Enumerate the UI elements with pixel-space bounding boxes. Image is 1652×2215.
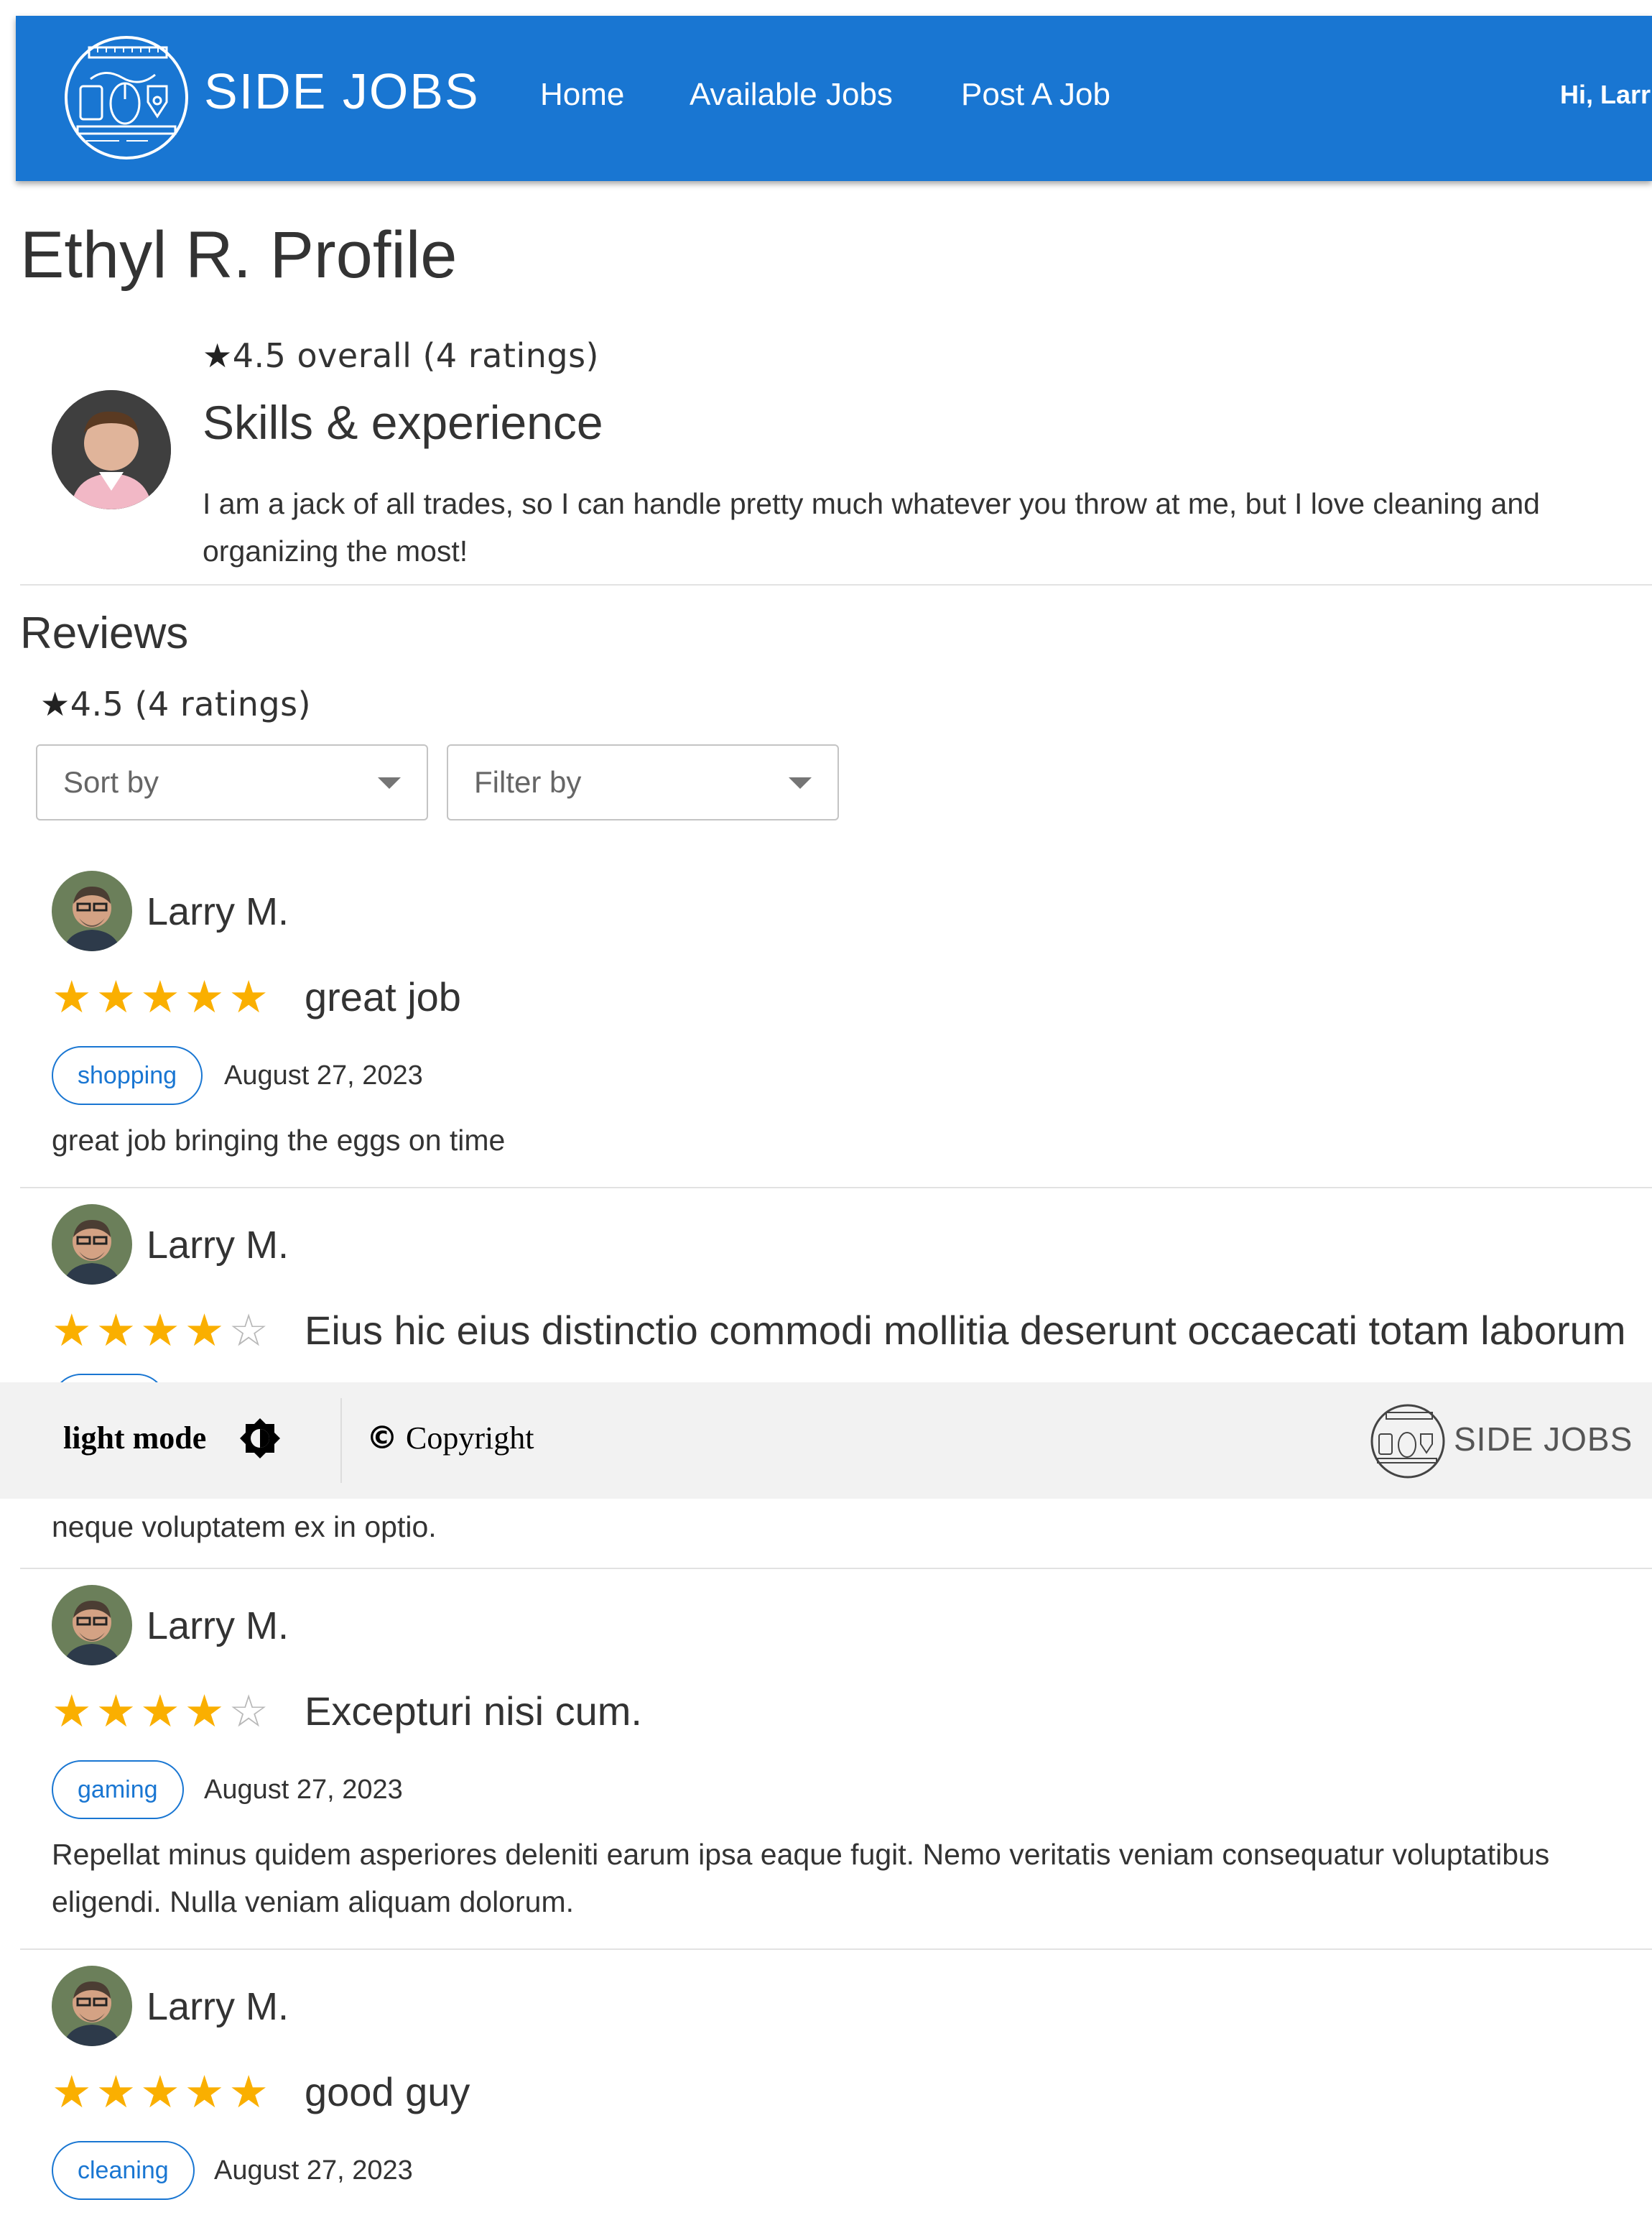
review-card: Larry M. ★★★★★ good guy cleaning August … [20,1964,1652,2215]
divider [20,584,1652,586]
star-rating-empty: ☆ [228,1306,273,1356]
brand-name[interactable]: SIDE JOBS [204,66,480,116]
star-rating-filled: ★★★★ [52,1306,229,1356]
chevron-down-icon [789,777,812,789]
reviews-heading: Reviews [20,609,189,658]
top-navbar: SIDE JOBS Home Available Jobs Post A Job… [16,16,1652,181]
reviewer-name: Larry M. [147,1224,289,1267]
review-title: Eius hic eius distinctio commodi molliti… [305,1308,1626,1353]
review-card: Larry M. ★★★★☆ Excepturi nisi cum. gamin… [20,1583,1652,1943]
overall-rating: ★4.5 overall (4 ratings) [203,336,599,375]
star-rating-filled: ★★★★ [52,1687,229,1737]
footer-brand-name[interactable]: SIDE JOBS [1454,1423,1633,1456]
reviewer-photo [52,1966,132,2046]
divider [20,1187,1652,1188]
star-rating: ★★★★★ [52,2068,273,2117]
review-body: neque voluptatem ex in optio. [52,1510,437,1543]
star-icon: ★ [40,685,70,723]
copyright-text: © Copyright [366,1423,534,1454]
reviewer-photo [52,1204,132,1285]
avatar[interactable] [52,1204,132,1285]
profile-photo [52,390,171,509]
review-date: August 27, 2023 [224,1060,423,1091]
category-chip[interactable]: shopping [52,1046,203,1105]
side-jobs-logo-icon[interactable] [62,33,213,162]
reviewer-photo [52,871,132,951]
reviewer-photo [52,1585,132,1665]
nav-home[interactable]: Home [540,79,624,111]
sort-select[interactable]: Sort by [36,744,428,820]
review-title: Excepturi nisi cum. [305,1688,642,1734]
light-mode-label: light mode [63,1420,207,1456]
avatar[interactable] [52,1966,132,2046]
category-chip[interactable]: gaming [52,1760,184,1819]
side-jobs-logo-icon[interactable] [1369,1402,1449,1480]
review-card: Larry M. ★★★★★ great job shopping August… [20,869,1652,1185]
star-rating: ★★★★☆ [52,1690,273,1734]
star-rating: ★★★★☆ [52,1309,273,1354]
review-date: August 27, 2023 [204,1775,403,1805]
divider [340,1398,342,1483]
reviewer-name: Larry M. [147,1604,289,1647]
reviewer-name: Larry M. [147,890,289,933]
review-title: good guy [305,2069,470,2114]
filter-select[interactable]: Filter by [447,744,839,820]
copyright-label: Copyright [406,1420,534,1456]
avatar[interactable] [52,1585,132,1665]
nav-available-jobs[interactable]: Available Jobs [690,79,893,111]
chevron-down-icon [378,777,401,789]
review-body: great job bringing the eggs on time [52,1124,506,1157]
nav-post-a-job[interactable]: Post A Job [961,79,1110,111]
avatar [52,390,171,509]
page-title: Ethyl R. Profile [20,218,458,292]
user-greeting-menu[interactable]: Hi, Larr [1560,82,1651,108]
avatar[interactable] [52,871,132,951]
divider [20,1568,1652,1569]
star-rating: ★★★★★ [52,973,273,1022]
reviewer-name: Larry M. [147,1985,289,2028]
skills-description: I am a jack of all trades, so I can hand… [203,487,1540,568]
reviews-summary: ★4.5 (4 ratings) [40,685,311,723]
review-body: Repellat minus quidem asperiores delenit… [52,1838,1550,1918]
copyright-icon: © [366,1420,398,1456]
sort-select-label: Sort by [63,765,159,799]
star-rating-empty: ☆ [228,1687,273,1737]
brightness-icon[interactable] [237,1415,283,1461]
footer: light mode © Copyright SIDE JOBS [0,1382,1652,1499]
category-chip[interactable]: cleaning [52,2141,195,2200]
filter-select-label: Filter by [474,765,582,799]
overall-rating-text: 4.5 overall (4 ratings) [232,336,599,375]
skills-heading: Skills & experience [203,396,603,449]
star-icon: ★ [203,336,233,375]
divider [20,1948,1652,1950]
reviews-summary-text: 4.5 (4 ratings) [70,685,312,723]
review-date: August 27, 2023 [214,2155,413,2186]
review-title: great job [305,974,461,1019]
